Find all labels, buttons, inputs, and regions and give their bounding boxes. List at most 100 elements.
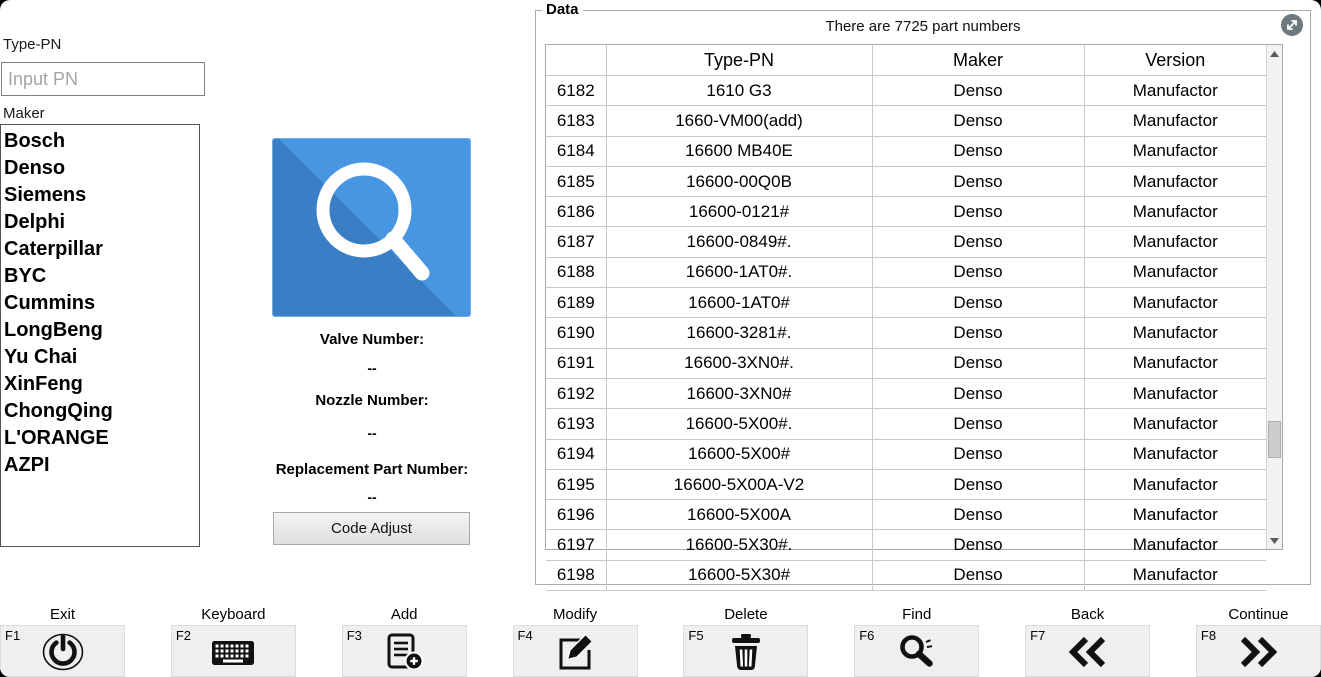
type-pn-cell: 16600-3XN0#. (606, 348, 872, 378)
delete-button[interactable]: F5 (683, 625, 808, 677)
column-header[interactable]: Version (1084, 45, 1266, 76)
delete-label: Delete (724, 605, 767, 625)
table-row[interactable]: 619116600-3XN0#.DensoManufactor (546, 348, 1266, 378)
maker-cell: Denso (872, 197, 1084, 227)
maker-item[interactable]: AZPI (4, 452, 199, 479)
maker-label: Maker (3, 105, 45, 122)
maker-cell: Denso (872, 348, 1084, 378)
data-group-box: Data There are 7725 part numbers Type-PN… (535, 10, 1311, 585)
table-row[interactable]: 618816600-1AT0#.DensoManufactor (546, 257, 1266, 287)
table-row[interactable]: 618716600-0849#.DensoManufactor (546, 227, 1266, 257)
continue-button[interactable]: F8 (1196, 625, 1321, 677)
back-button[interactable]: F7 (1025, 625, 1150, 677)
add-button[interactable]: F3 (342, 625, 467, 677)
version-cell: Manufactor (1084, 136, 1266, 166)
add-label: Add (391, 605, 418, 625)
row-index-cell: 6197 (546, 530, 606, 560)
row-index-cell: 6187 (546, 227, 606, 257)
version-cell: Manufactor (1084, 378, 1266, 408)
row-index-cell: 6195 (546, 469, 606, 499)
toolbar-item-delete: Delete F5 (683, 605, 808, 677)
row-index-cell: 6194 (546, 439, 606, 469)
table-row[interactable]: 61831660-VM00(add)DensoManufactor (546, 106, 1266, 136)
table-row[interactable]: 619416600-5X00#DensoManufactor (546, 439, 1266, 469)
maker-item[interactable]: ChongQing (4, 398, 199, 425)
maker-item[interactable]: BYC (4, 263, 199, 290)
row-index-cell: 6198 (546, 560, 606, 590)
row-index-cell: 6192 (546, 378, 606, 408)
scroll-down-arrow[interactable] (1267, 532, 1282, 549)
expand-button[interactable] (1279, 13, 1305, 39)
maker-cell: Denso (872, 288, 1084, 318)
scrollbar-thumb[interactable] (1268, 421, 1281, 458)
scroll-up-arrow[interactable] (1267, 45, 1282, 62)
toolbar-item-modify: Modify F4 (513, 605, 638, 677)
maker-item[interactable]: Bosch (4, 128, 199, 155)
type-pn-cell: 16600-5X30# (606, 560, 872, 590)
maker-item[interactable]: XinFeng (4, 371, 199, 398)
toolbar-item-back: Back F7 (1025, 605, 1150, 677)
power-icon (1, 630, 124, 674)
table-row[interactable]: 618416600 MB40EDensoManufactor (546, 136, 1266, 166)
type-pn-cell: 16600-3281#. (606, 318, 872, 348)
modify-button[interactable]: F4 (513, 625, 638, 677)
exit-button[interactable]: F1 (0, 625, 125, 677)
maker-cell: Denso (872, 318, 1084, 348)
table-row[interactable]: 618516600-00Q0BDensoManufactor (546, 166, 1266, 196)
row-index-cell: 6193 (546, 409, 606, 439)
code-adjust-button[interactable]: Code Adjust (273, 512, 470, 545)
exit-label: Exit (50, 605, 75, 625)
maker-cell: Denso (872, 560, 1084, 590)
table-row[interactable]: 619816600-5X30#DensoManufactor (546, 560, 1266, 590)
keyboard-button[interactable]: F2 (171, 625, 296, 677)
row-index-cell: 6182 (546, 76, 606, 106)
column-header[interactable]: Maker (872, 45, 1084, 76)
column-header[interactable] (546, 45, 606, 76)
table-row[interactable]: 61821610 G3DensoManufactor (546, 76, 1266, 106)
maker-item[interactable]: Delphi (4, 209, 199, 236)
function-toolbar: Exit F1 Keyboard F2 (0, 605, 1321, 677)
column-header[interactable]: Type-PN (606, 45, 872, 76)
row-index-cell: 6189 (546, 288, 606, 318)
table-row[interactable]: 619316600-5X00#.DensoManufactor (546, 409, 1266, 439)
table-scrollbar[interactable] (1266, 45, 1282, 549)
type-pn-cell: 1610 G3 (606, 76, 872, 106)
part-count-text: There are 7725 part numbers (536, 18, 1310, 35)
maker-cell: Denso (872, 378, 1084, 408)
forward-chevrons-icon (1197, 630, 1320, 674)
type-pn-cell: 16600-5X00A (606, 500, 872, 530)
table-row[interactable]: 619216600-3XN0#DensoManufactor (546, 378, 1266, 408)
table-row[interactable]: 618916600-1AT0#DensoManufactor (546, 288, 1266, 318)
row-index-cell: 6196 (546, 500, 606, 530)
table-row[interactable]: 619716600-5X30#.DensoManufactor (546, 530, 1266, 560)
version-cell: Manufactor (1084, 288, 1266, 318)
maker-item[interactable]: L'ORANGE (4, 425, 199, 452)
version-cell: Manufactor (1084, 76, 1266, 106)
row-index-cell: 6191 (546, 348, 606, 378)
maker-item[interactable]: Siemens (4, 182, 199, 209)
valve-number-value: -- (252, 360, 492, 376)
row-index-cell: 6190 (546, 318, 606, 348)
maker-item[interactable]: Yu Chai (4, 344, 199, 371)
maker-list[interactable]: BoschDensoSiemensDelphiCaterpillarBYCCum… (0, 124, 200, 547)
type-pn-cell: 16600-3XN0# (606, 378, 872, 408)
table-row[interactable]: 619016600-3281#.DensoManufactor (546, 318, 1266, 348)
find-button[interactable]: F6 (854, 625, 979, 677)
table-row[interactable]: 619516600-5X00A-V2DensoManufactor (546, 469, 1266, 499)
app-window: Type-PN Maker BoschDensoSiemensDelphiCat… (0, 0, 1321, 677)
maker-item[interactable]: Caterpillar (4, 236, 199, 263)
type-pn-cell: 16600-5X00A-V2 (606, 469, 872, 499)
maker-item[interactable]: LongBeng (4, 317, 199, 344)
maker-item[interactable]: Cummins (4, 290, 199, 317)
maker-cell: Denso (872, 106, 1084, 136)
type-pn-cell: 16600 MB40E (606, 136, 872, 166)
table-row[interactable]: 619616600-5X00ADensoManufactor (546, 500, 1266, 530)
replacement-part-value: -- (252, 489, 492, 505)
maker-cell: Denso (872, 409, 1084, 439)
table-row[interactable]: 618616600-0121#DensoManufactor (546, 197, 1266, 227)
part-number-input[interactable] (1, 62, 205, 96)
search-button[interactable] (272, 138, 471, 317)
toolbar-item-keyboard: Keyboard F2 (171, 605, 296, 677)
type-pn-cell: 16600-5X00# (606, 439, 872, 469)
maker-item[interactable]: Denso (4, 155, 199, 182)
